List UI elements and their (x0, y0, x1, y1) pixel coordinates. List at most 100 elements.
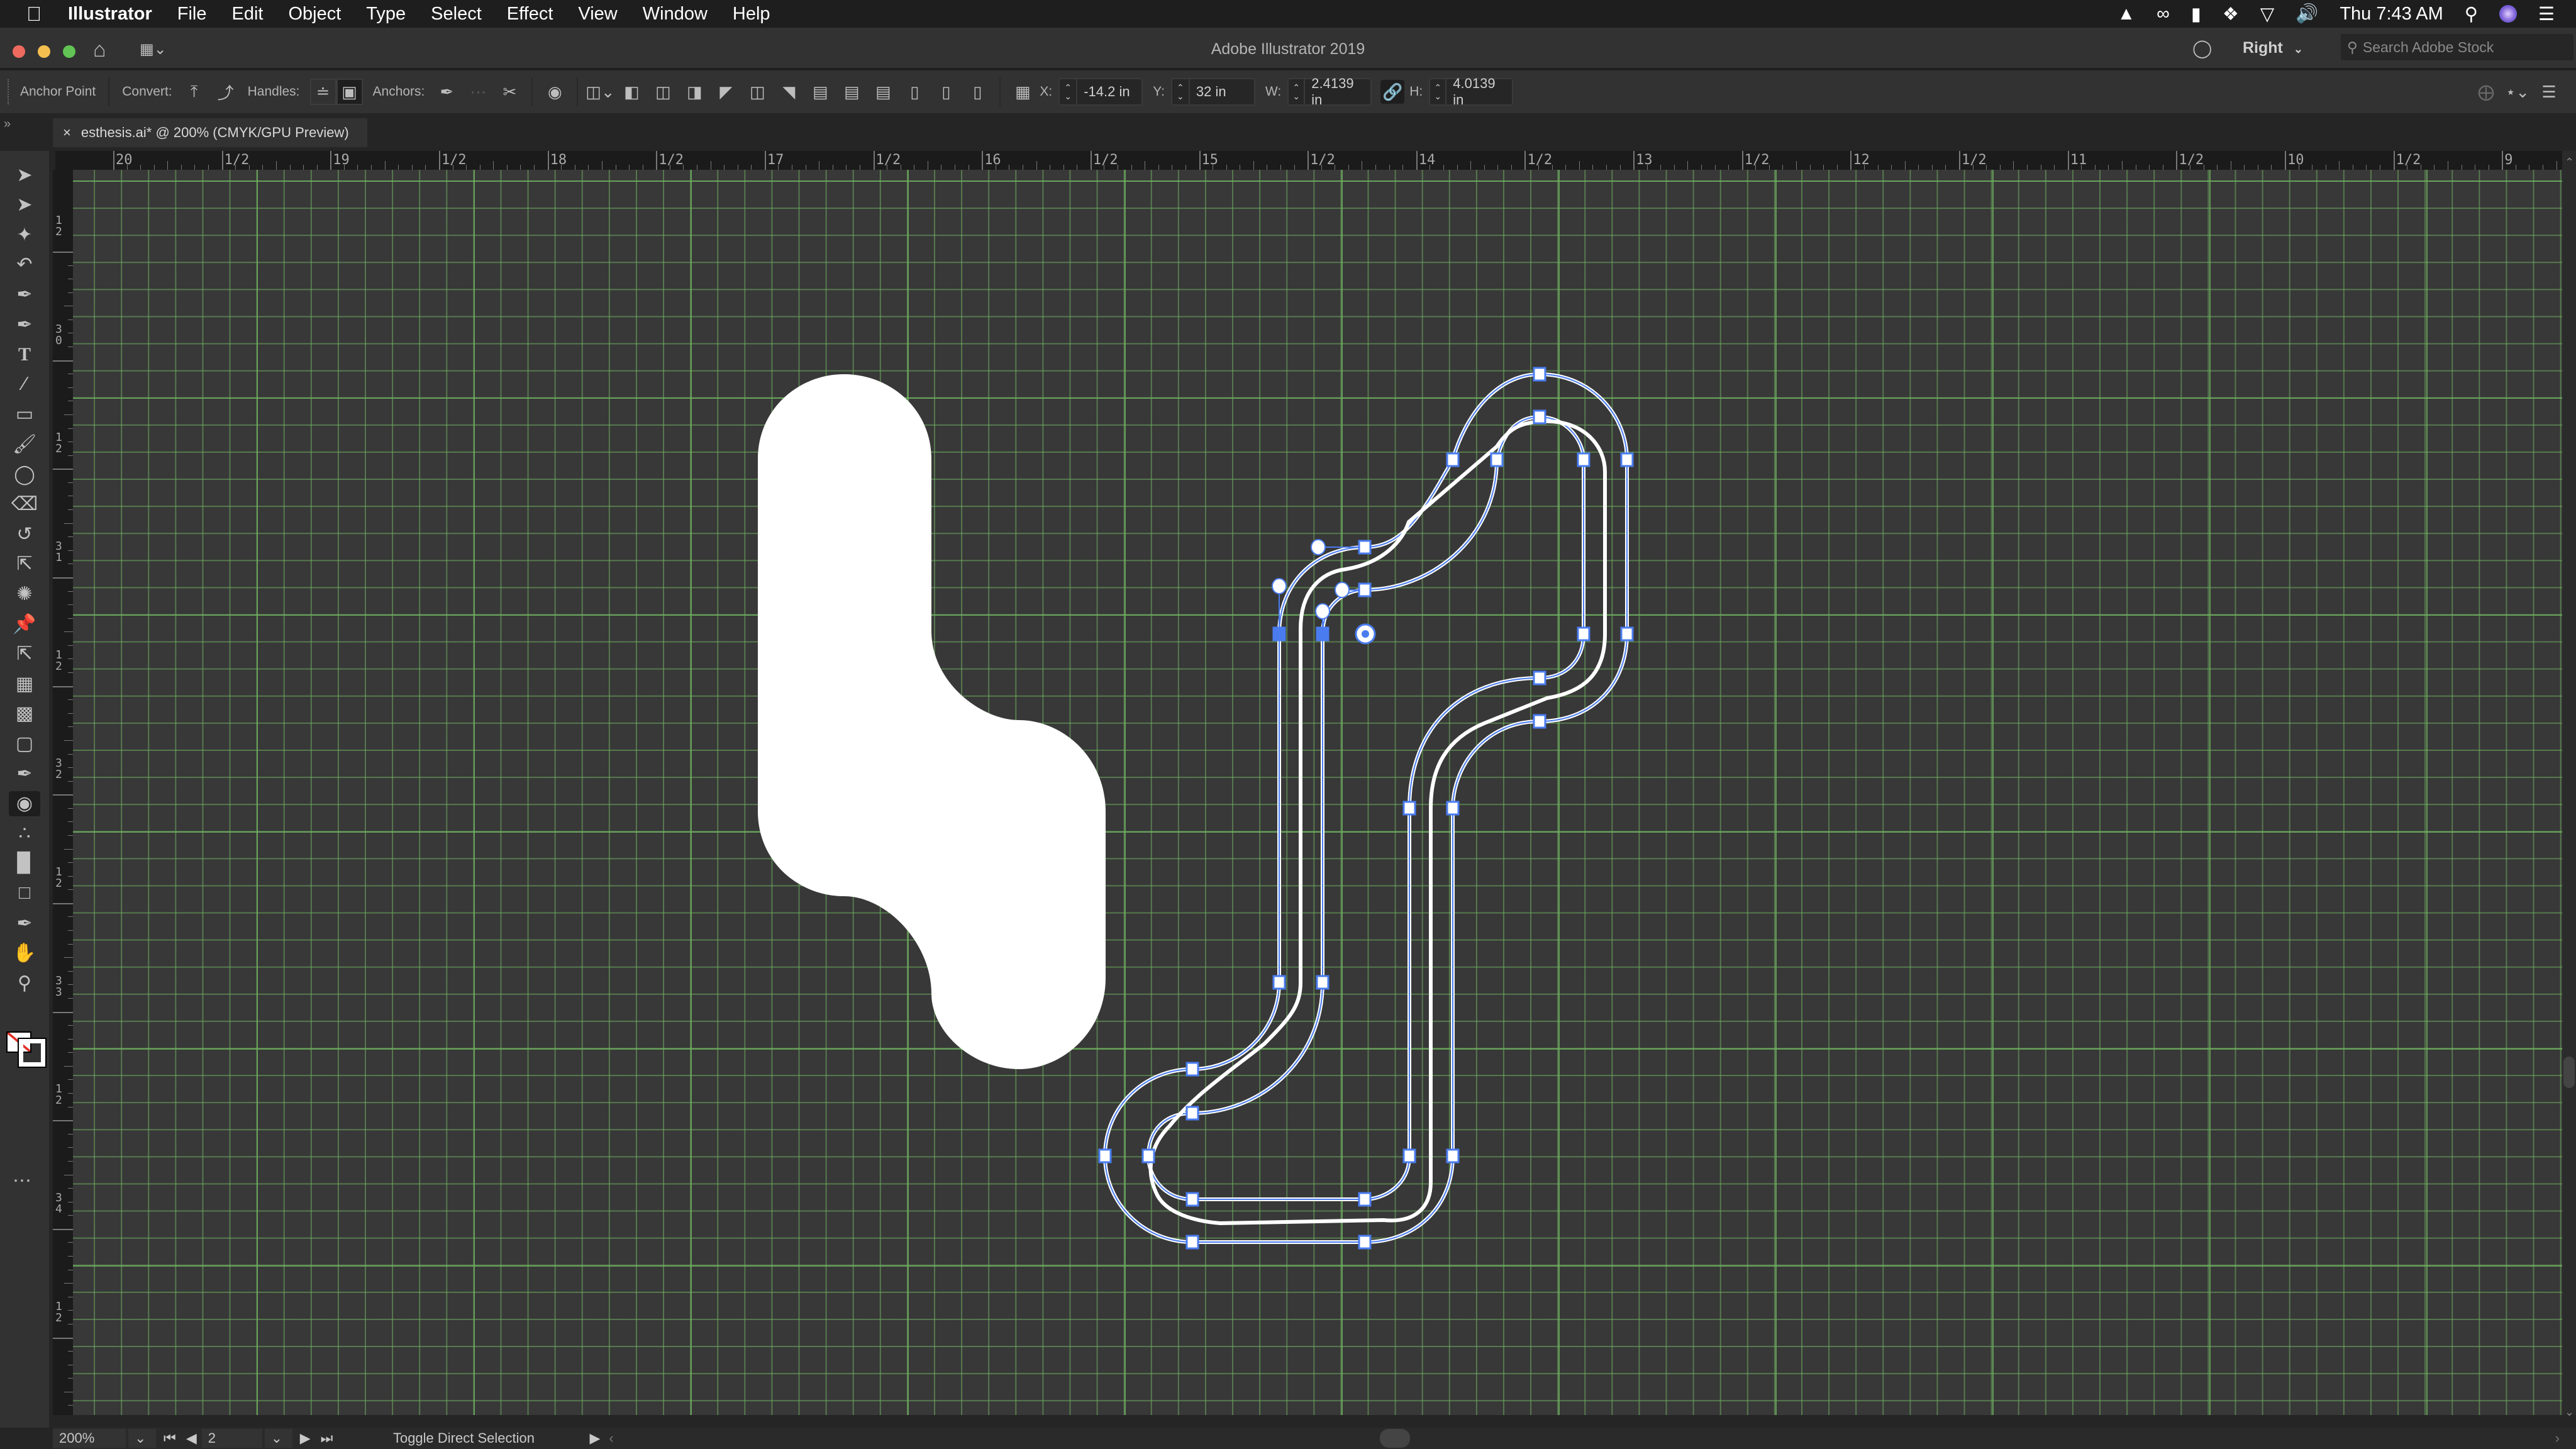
align-to-pixel-grid-icon[interactable]: ⋆⌄ (2506, 80, 2529, 104)
dropbox-icon[interactable]: ❖ (2223, 3, 2239, 25)
pen-icon[interactable]: ✒ (9, 282, 40, 307)
document-tab[interactable]: × esthesis.ai* @ 200% (CMYK/GPU Preview) (53, 118, 367, 147)
anchor-point[interactable] (1358, 582, 1372, 597)
menu-object[interactable]: Object (288, 4, 341, 25)
vertical-ruler[interactable]: 12 30 12 31 12 32 12 33 12 34 12 (53, 170, 73, 1415)
remove-anchor-icon[interactable]: ✒ (435, 80, 458, 104)
scroll-down-icon[interactable]: ⌄ (2565, 1406, 2574, 1419)
zoom-level[interactable]: 200% (59, 1430, 94, 1446)
clock[interactable]: Thu 7:43 AM (2340, 4, 2443, 25)
anchor-point[interactable] (1533, 714, 1546, 729)
menu-help[interactable]: Help (733, 4, 770, 25)
creative-cloud-icon[interactable]: ∞ (2157, 4, 2170, 25)
anchor-point[interactable] (1316, 975, 1330, 990)
align-to-icon[interactable]: ◫⌄ (586, 80, 614, 104)
lightbulb-icon[interactable]: ◯ (2192, 38, 2212, 58)
anchor-point[interactable] (1620, 452, 1634, 467)
search-adobe-stock-field[interactable]: ⚲ Search Adobe Stock (2341, 34, 2573, 60)
zoom-dropdown-icon[interactable]: ⌄ (128, 1429, 156, 1448)
anchor-point[interactable] (1358, 1192, 1372, 1207)
reference-point-icon[interactable]: ▦ (1011, 80, 1035, 104)
distribute-top-icon[interactable]: ▤ (808, 80, 832, 104)
show-handles-icon[interactable]: ≐ (309, 79, 336, 105)
menu-edit[interactable]: Edit (231, 4, 263, 25)
x-value[interactable]: -14.2 in (1077, 84, 1136, 100)
distribute-hcenter-icon[interactable]: ▯ (934, 80, 958, 104)
align-hcenter-icon[interactable]: ◫ (651, 80, 675, 104)
y-field[interactable]: ⌃ ⌄ 32 in (1170, 78, 1255, 106)
spotlight-search-icon[interactable]: ⚲ (2465, 3, 2478, 25)
align-vcenter-icon[interactable]: ◫ (745, 80, 769, 104)
menu-file[interactable]: File (177, 4, 207, 25)
more-tools-icon[interactable]: ⋯ (13, 1170, 31, 1192)
next-artboard-icon[interactable]: ▶ (300, 1430, 311, 1446)
notification-center-icon[interactable]: ☰ (2538, 3, 2555, 25)
rotate-icon[interactable]: ↺ (9, 521, 40, 547)
shape-builder-icon[interactable]: ◉ (9, 791, 40, 816)
anchor-point[interactable] (1141, 1148, 1155, 1163)
scroll-left-icon[interactable]: ‹ (609, 1430, 613, 1446)
status-text-area[interactable]: Toggle Direct Selection (344, 1430, 583, 1446)
w-stepper[interactable]: ⌃ ⌄ (1289, 79, 1306, 104)
menu-effect[interactable]: Effect (507, 4, 553, 25)
anchor-point[interactable] (1533, 409, 1546, 425)
anchor-point[interactable] (1533, 367, 1546, 382)
close-tab-icon[interactable]: × (63, 125, 71, 141)
h-value[interactable]: 4.0139 in (1446, 75, 1512, 108)
align-right-icon[interactable]: ◨ (682, 80, 706, 104)
constrain-proportions-icon[interactable]: 🔗 (1380, 80, 1405, 104)
anchor-point[interactable] (1490, 452, 1504, 467)
anchor-point[interactable] (1402, 1148, 1416, 1163)
connect-anchors-icon[interactable]: ⋯ (466, 80, 490, 104)
eraser-icon[interactable]: ⌫ (9, 492, 40, 517)
vertical-scroll-thumb[interactable] (2563, 1057, 2575, 1088)
anchor-point[interactable] (1098, 1148, 1112, 1163)
fill-stroke-swatches[interactable] (6, 1031, 47, 1069)
first-artboard-icon[interactable]: ⏮ (164, 1430, 176, 1446)
align-left-icon[interactable]: ◧ (619, 80, 643, 104)
anchor-point[interactable] (1185, 1062, 1199, 1077)
hide-handles-icon[interactable]: ▣ (336, 79, 363, 105)
pin-icon[interactable]: 📌 (9, 611, 40, 636)
stroke-swatch[interactable] (18, 1038, 47, 1068)
volume-icon[interactable]: 🔊 (2296, 3, 2318, 25)
status-menu-icon[interactable]: ▶ (589, 1430, 600, 1446)
free-transform-icon[interactable]: ⇱ (9, 641, 40, 667)
horizontal-scroll-thumb[interactable] (1380, 1429, 1410, 1448)
display-icon[interactable]: ▮ (2191, 3, 2201, 25)
last-artboard-icon[interactable]: ⏭ (321, 1430, 333, 1446)
panel-collapse-icon[interactable]: » (4, 117, 11, 131)
anchor-point[interactable] (1533, 670, 1546, 686)
vertical-scrollbar[interactable]: ⌃ ⌄ (2562, 151, 2576, 1418)
panel-menu-icon[interactable]: ☰ (2537, 80, 2561, 104)
zoom-icon[interactable]: ⚲ (9, 970, 40, 996)
paintbrush-icon[interactable]: 🖌 (9, 431, 40, 457)
y-stepper[interactable]: ⌃ ⌄ (1172, 79, 1190, 104)
anchor-point[interactable] (1358, 1235, 1372, 1250)
direct-selection-icon[interactable]: ➤ (9, 192, 40, 218)
anchor-point[interactable] (1185, 1106, 1199, 1121)
slice-icon[interactable]: ✒ (9, 911, 40, 936)
selected-anchor-point[interactable] (1316, 626, 1330, 641)
puppet-warp-icon[interactable]: ✺ (9, 581, 40, 606)
x-field[interactable]: ⌃ ⌄ -14.2 in (1058, 78, 1143, 106)
distribute-right-icon[interactable]: ▯ (965, 80, 989, 104)
anchor-point[interactable] (1620, 626, 1634, 641)
gradient-icon[interactable]: ▢ (9, 731, 40, 756)
siri-icon[interactable] (2499, 5, 2517, 23)
anchor-point[interactable] (1272, 975, 1286, 990)
y-value[interactable]: 32 in (1190, 84, 1233, 100)
horizontal-ruler[interactable]: 20 1/2 19 1/2 18 1/2 17 1/2 16 1/2 15 1/2 14 1/2 13 1/2… (55, 151, 2562, 170)
curvature-icon[interactable]: ✒ (9, 312, 40, 337)
anchor-point[interactable] (1358, 540, 1372, 555)
isolate-object-icon[interactable]: ⨁ (2474, 80, 2498, 104)
line-segment-icon[interactable]: ∕ (9, 372, 40, 397)
lasso-icon[interactable]: ↶ (9, 252, 40, 277)
distribute-bottom-icon[interactable]: ▤ (871, 80, 895, 104)
vlc-icon[interactable]: ▲ (2118, 4, 2136, 25)
artboard-number[interactable]: 2 (208, 1430, 216, 1446)
anchor-point[interactable] (1185, 1192, 1199, 1207)
anchor-point[interactable] (1185, 1235, 1199, 1250)
previous-artboard-icon[interactable]: ◀ (186, 1430, 197, 1446)
hand-icon[interactable]: ✋ (9, 941, 40, 966)
